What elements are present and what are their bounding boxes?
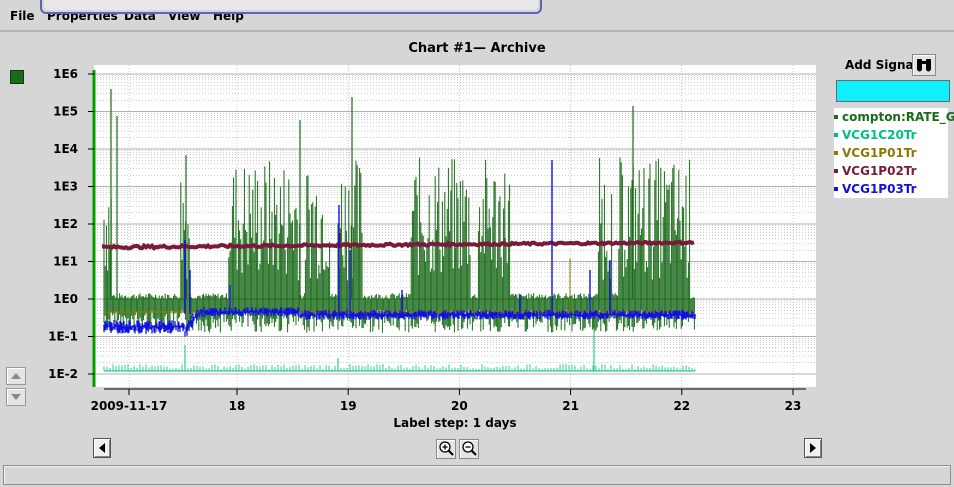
legend-item-vcg1p02tr[interactable]: VCG1P02Tr (834, 164, 917, 178)
add-signal-label: Add Signal (845, 58, 918, 72)
zoom-in-icon (439, 441, 454, 456)
x-axis-label: Label step: 1 days (393, 416, 516, 430)
y-tick-label: 1E6 (53, 67, 78, 81)
x-tick-label: 22 (673, 399, 690, 413)
y-tick-label: 1E-2 (48, 367, 78, 381)
legend-marker (834, 151, 838, 155)
legend-label: VCG1P02Tr (842, 164, 917, 178)
zoom-out-button[interactable] (459, 439, 479, 459)
triangle-right-icon (810, 443, 816, 453)
status-bar (3, 465, 951, 485)
x-tick-label: 20 (451, 399, 468, 413)
scroll-up-button[interactable] (6, 367, 26, 385)
zoom-out-icon (462, 441, 477, 456)
legend-item-vcg1p03tr[interactable]: VCG1P03Tr (834, 182, 917, 196)
legend-item-compton-rate-g[interactable]: compton:RATE_G (834, 110, 954, 124)
legend-marker (834, 187, 838, 191)
zoom-in-button[interactable] (436, 439, 456, 459)
legend-label: compton:RATE_G (842, 110, 954, 124)
signal-legend: compton:RATE_G VCG1C20Tr VCG1P01Tr VCG1P… (834, 108, 954, 198)
y-tick-label: 1E0 (53, 292, 78, 306)
x-tick-label: 21 (562, 399, 579, 413)
legend-label: VCG1C20Tr (842, 128, 917, 142)
scroll-down-button[interactable] (6, 388, 26, 406)
x-tick-label: 2009-11-17 (91, 399, 168, 413)
chart-area[interactable]: 1E-2 1E-1 1E0 1E1 1E2 1E3 1E4 1E5 1E6 2009-11-17 1… (0, 0, 954, 487)
y-tick-label: 1E-1 (48, 330, 78, 344)
x-tick-label: 18 (229, 399, 246, 413)
triangle-down-icon (11, 394, 21, 400)
triangle-up-icon (11, 373, 21, 379)
y-tick-label: 1E1 (53, 255, 78, 269)
legend-marker (834, 115, 838, 119)
legend-item-vcg1p01tr[interactable]: VCG1P01Tr (834, 146, 917, 160)
y-tick-label: 1E2 (53, 217, 78, 231)
y-tick-label: 1E5 (53, 105, 78, 119)
legend-label: VCG1P03Tr (842, 182, 917, 196)
pan-right-button[interactable] (804, 438, 822, 458)
legend-marker (834, 133, 838, 137)
add-signal-input[interactable] (836, 80, 950, 102)
x-tick-label: 19 (340, 399, 357, 413)
triangle-left-icon (99, 443, 105, 453)
legend-marker (834, 169, 838, 173)
x-tick-label: 23 (785, 399, 802, 413)
y-tick-label: 1E3 (53, 180, 78, 194)
binoculars-icon[interactable] (912, 54, 936, 76)
legend-label: VCG1P01Tr (842, 146, 917, 160)
legend-item-vcg1c20tr[interactable]: VCG1C20Tr (834, 128, 917, 142)
y-tick-label: 1E4 (53, 142, 78, 156)
pan-left-button[interactable] (93, 438, 111, 458)
